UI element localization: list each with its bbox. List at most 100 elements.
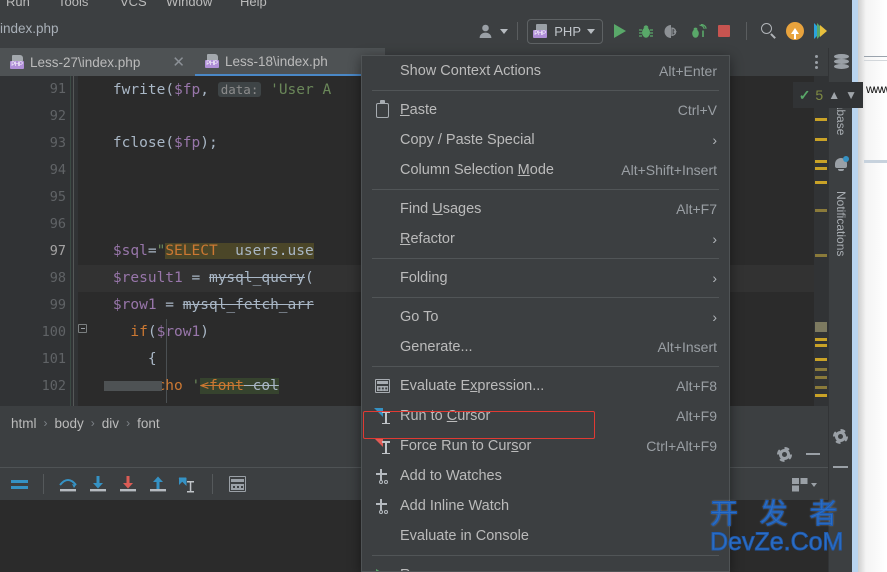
force-step-into-icon[interactable] [113,469,143,499]
menu-separator [372,555,719,556]
breadcrumb-item-font[interactable]: font [137,416,160,431]
user-icon[interactable] [479,18,509,44]
menu-item-tools[interactable]: Tools [58,0,88,9]
menu-item-label: Run to Cursor [400,408,491,424]
menu-separator [372,366,719,367]
profile-button[interactable] [685,18,711,44]
php-config-icon: PHP [533,23,548,39]
error-marker-strip[interactable] [814,76,828,406]
lightbulb-icon [374,64,400,79]
menu-item-label: Go To [400,309,439,325]
menu-item-vcs[interactable]: VCS [120,0,147,9]
warning-marker[interactable] [815,160,827,163]
warning-marker[interactable] [815,358,827,361]
chevron-down-icon[interactable]: ▼ [845,88,857,102]
menu-item-label: Refactor [400,231,455,247]
step-into-icon[interactable] [83,469,113,499]
frames-icon[interactable] [4,469,34,499]
menu-item-window[interactable]: Window [166,0,212,9]
warning-marker[interactable] [815,167,827,170]
warning-marker[interactable] [815,209,827,212]
menu-item-label: Show Context Actions [400,63,542,79]
toolbar-divider [43,474,44,494]
menu-item-copy-paste-special[interactable]: Copy / Paste Special › [362,125,729,155]
menu-item-force-run-to-cursor[interactable]: Force Run to Cursor Ctrl+Alt+F9 [362,431,729,461]
run-to-cursor-icon[interactable] [173,469,203,499]
warning-marker[interactable] [815,394,827,397]
browser-line [864,56,887,57]
minimize-icon[interactable] [805,453,820,455]
caret-marker[interactable] [815,322,827,332]
update-icon[interactable] [782,18,808,44]
menu-item-shortcut: Alt+Insert [657,339,717,355]
menu-item-run[interactable]: Run [6,0,30,9]
main-toolbar: index.php PHP PHP [0,14,852,48]
toolbar-divider [517,22,519,40]
warning-marker[interactable] [815,138,827,141]
menu-item-run[interactable]: Run › [362,560,729,571]
step-out-icon[interactable] [143,469,173,499]
tab-label: Less-18\index.ph [225,53,328,69]
step-over-icon[interactable] [53,469,83,499]
stop-button[interactable] [711,18,737,44]
browser-line [864,160,887,163]
warning-marker[interactable] [815,338,827,341]
sidebar-item-notifications[interactable]: Notifications [829,174,853,274]
warning-marker[interactable] [815,368,827,371]
run-with-coverage-button[interactable] [659,18,685,44]
line-number: 96 [49,216,66,232]
menu-item-go-to[interactable]: Go To › [362,302,729,332]
gear-icon[interactable] [776,446,792,462]
menu-item-evaluate-in-console[interactable]: Evaluate in Console [362,521,729,551]
bell-icon[interactable] [834,156,849,171]
menu-item-run-to-cursor[interactable]: Run to Cursor Alt+F9 [362,401,729,431]
editor-gutter[interactable]: 91 92 93 94 95 96 97 98 99 100 101 102 [0,76,78,406]
breadcrumb-item-body[interactable]: body [55,416,84,431]
line-number: 99 [49,297,66,313]
menu-item-label: Evaluate Expression... [400,378,545,394]
run-button[interactable] [607,18,633,44]
chevron-up-icon[interactable]: ▲ [828,88,840,102]
chevron-right-icon: › [712,567,717,571]
menu-item-label: Run [400,567,694,571]
inspection-widget[interactable]: ✓ 5 ▲ ▼ [792,82,863,108]
minimize-icon[interactable] [833,466,848,468]
warning-marker[interactable] [815,386,827,389]
menu-item-label: Add Inline Watch [400,498,510,514]
menu-item-folding[interactable]: Folding › [362,263,729,293]
menu-item-help[interactable]: Help [240,0,267,9]
menu-item-label: Paste [400,102,438,118]
search-icon[interactable] [756,18,782,44]
menu-item-generate[interactable]: Generate... Alt+Insert [362,332,729,362]
menu-item-evaluate-expression[interactable]: Evaluate Expression... Alt+F8 [362,371,729,401]
editor-tab-less18[interactable]: PHP Less-18\index.ph [195,48,385,76]
browser-icon[interactable] [808,18,834,44]
menu-item-refactor[interactable]: Refactor › [362,224,729,254]
breadcrumb-item-html[interactable]: html [11,416,37,431]
editor-context-menu[interactable]: Show Context Actions Alt+Enter Paste Ctr… [361,55,730,572]
menu-item-add-inline-watch[interactable]: Add Inline Watch [362,491,729,521]
inspection-ok-icon: ✓ [798,87,811,103]
warning-marker[interactable] [815,118,827,121]
evaluate-expression-icon[interactable] [222,469,252,499]
warning-marker[interactable] [815,254,827,257]
warning-marker[interactable] [815,344,827,347]
php-file-icon: PHP [205,53,219,69]
run-configuration-selector[interactable]: PHP PHP [527,18,603,44]
tab-options-button[interactable] [804,48,828,76]
database-icon[interactable] [834,54,849,70]
menu-item-column-selection-mode[interactable]: Column Selection Mode Alt+Shift+Insert [362,155,729,185]
editor-tab-less27[interactable]: PHP Less-27\index.php ✕ [0,48,195,76]
menu-item-add-to-watches[interactable]: Add to Watches [362,461,729,491]
warning-marker[interactable] [815,181,827,184]
menu-item-show-context-actions[interactable]: Show Context Actions Alt+Enter [362,56,729,86]
menu-item-paste[interactable]: Paste Ctrl+V [362,95,729,125]
menu-item-find-usages[interactable]: Find Usages Alt+F7 [362,194,729,224]
line-number: 95 [49,189,66,205]
warning-marker[interactable] [815,376,827,379]
debug-button[interactable] [633,18,659,44]
layout-icon [792,478,808,492]
close-icon[interactable]: ✕ [172,55,185,70]
breadcrumb-item-div[interactable]: div [102,416,119,431]
layout-settings-button[interactable] [792,478,817,492]
